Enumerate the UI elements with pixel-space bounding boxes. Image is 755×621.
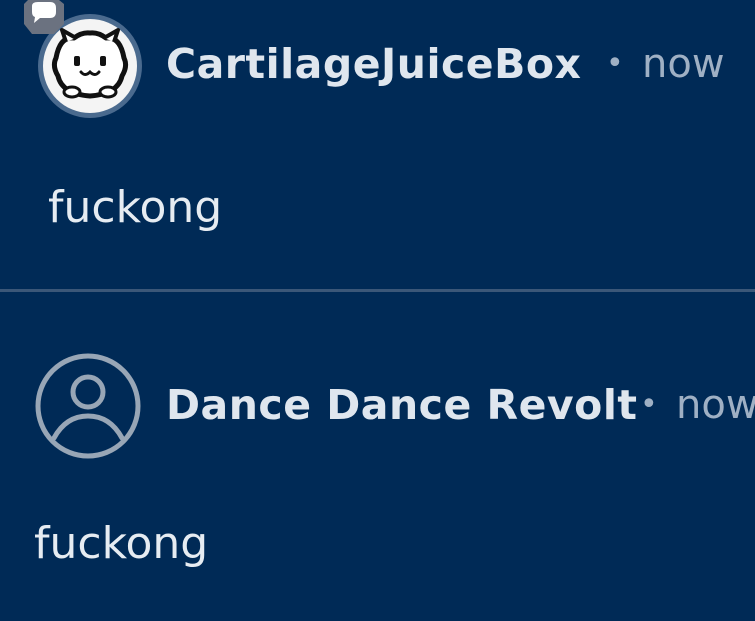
username[interactable]: Dance Dance Revolt [166, 381, 637, 429]
comment-body: fuckong [34, 518, 209, 569]
comment-item: CartilageJuiceBox • now fuckong [0, 0, 755, 290]
meta-separator: • [606, 46, 624, 81]
comment-item: Dance Dance Revolt • now fuckong [0, 292, 755, 621]
comment-header: Dance Dance Revolt • now [0, 353, 755, 459]
meta-separator: • [640, 387, 658, 422]
default-user-icon[interactable] [34, 352, 142, 460]
speech-bubble-icon [24, 0, 64, 34]
timestamp[interactable]: now [676, 382, 755, 428]
username[interactable]: CartilageJuiceBox [166, 40, 581, 88]
timestamp[interactable]: now [642, 41, 725, 87]
comment-header: CartilageJuiceBox • now [0, 14, 755, 118]
comment-body: fuckong [48, 182, 223, 233]
comment-feed: CartilageJuiceBox • now fuckong Dance Da… [0, 0, 755, 621]
